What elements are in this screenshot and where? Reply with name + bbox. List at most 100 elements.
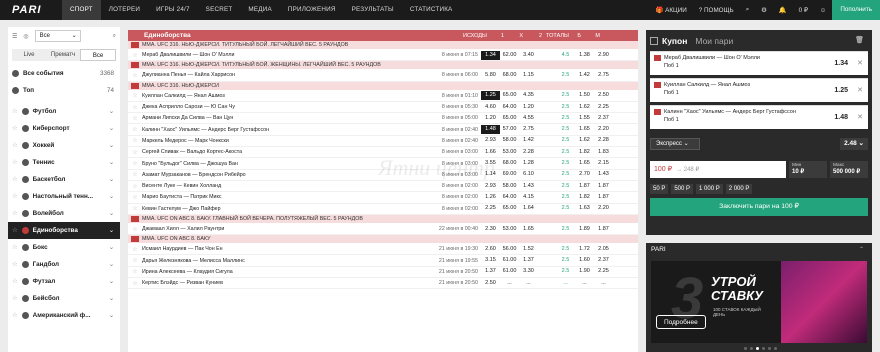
table-row[interactable]: ☆ Маркель Медерос — Марк Чонкски 8 июня в … [128,136,638,148]
odd-cell[interactable]: ... [556,279,575,288]
quick-stake[interactable]: 50 Р [650,184,669,194]
star-icon[interactable]: ☆ [128,183,142,190]
odd-cell[interactable]: 2.5 [556,148,575,157]
table-row[interactable]: ☆ Армани Липски Да Силва — Ван Цун 8 июня … [128,113,638,125]
odd-cell[interactable]: 56.00 [500,245,519,254]
odd-cell[interactable]: 64.00 [500,103,519,112]
bell-icon[interactable]: 🔔 [773,6,793,14]
odd-cell[interactable]: 58.00 [500,136,519,145]
match-name[interactable]: Джека Асприлло Сарози — Ю Сан Чу [142,104,422,110]
table-row[interactable]: ☆ Ирина Алексеева — Клаудия Сигула 21 июня… [128,267,638,279]
odd-cell[interactable]: 69.00 [500,170,519,179]
sidebar-item-sport[interactable]: ☆ Баскетбол ⌄ [8,171,120,188]
odd-cell[interactable]: 2.5 [556,256,575,265]
odd-cell[interactable]: 2.28 [519,148,538,157]
odd-cell[interactable]: 1.37 [519,256,538,265]
odd-cell[interactable]: 1.20 [519,103,538,112]
table-row[interactable]: ☆ Джека Асприлло Сарози — Ю Сан Чу 8 июня … [128,102,638,114]
star-icon[interactable]: ☆ [12,261,18,268]
odd-cell[interactable]: 1.65 [575,125,594,134]
match-name[interactable]: Калинн "Хаос" Уильямс — Андерс Берг Густ… [142,127,422,133]
table-row[interactable]: ☆ Джулианна Пенья — Кайла Харрисон 8 июня … [128,70,638,82]
star-icon[interactable]: ☆ [12,312,18,319]
nav-stats[interactable]: СТАТИСТИКА [402,0,461,20]
promo-banner[interactable]: 3 УТРОЙ СТАВКУ 100 СТАВОК КАЖДЫЙ ДЕНЬ По… [651,261,867,343]
odd-cell[interactable]: 1.64 [519,204,538,213]
match-name[interactable]: Марио Баутиста — Патрик Микс [142,194,422,200]
odd-cell[interactable]: 1.25 [481,91,500,101]
odd-cell[interactable]: 2.75 [519,125,538,134]
odd-cell[interactable]: 1.87 [594,225,613,234]
odd-cell[interactable]: 2.05 [594,245,613,254]
match-name[interactable]: Куиллан Салкилд — Янал Ашмоз [142,93,422,99]
star-icon[interactable]: ☆ [12,278,18,285]
coupon-selection[interactable]: Калинн "Хаос" Уильямс — Андерс Берг Густ… [650,105,868,129]
sidebar-item-sport[interactable]: ☆ Бокс ⌄ [8,239,120,256]
nav-secret[interactable]: SECRET [198,0,241,20]
odd-cell[interactable]: 1.90 [575,267,594,276]
chevron-up-icon[interactable]: ⌃ [859,246,864,253]
match-name[interactable]: Маркель Медерос — Марк Чонкски [142,138,422,144]
deposit-button[interactable]: Пополнить [832,0,880,20]
odd-cell[interactable]: 1.65 [575,159,594,168]
star-icon[interactable]: ☆ [12,176,18,183]
balance[interactable]: 0 ₽ [793,7,814,14]
star-icon[interactable]: ☆ [12,227,18,234]
odd-cell[interactable]: 1.83 [594,148,613,157]
table-row[interactable]: ☆ Джамаал Хилл — Халил Раунтри 22 июня в 0… [128,224,638,236]
odd-cell[interactable]: 1.63 [575,204,594,213]
close-icon[interactable]: ✕ [857,59,863,67]
sidebar-item-sport[interactable]: ☆ Футбол ⌄ [8,103,120,120]
tab-live[interactable]: Live [12,49,46,61]
sidebar-item-sport[interactable]: ☆ Бейсбол ⌄ [8,290,120,307]
odd-cell[interactable]: ... [519,279,538,288]
star-icon[interactable]: ☆ [128,280,142,287]
tab-my-bets[interactable]: Мои пари [695,36,733,46]
odd-cell[interactable]: 1.62 [575,103,594,112]
quick-stake[interactable]: 500 Р [671,184,694,194]
sidebar-item-sport[interactable]: ☆ Гандбол ⌄ [8,256,120,273]
odd-cell[interactable]: 2.5 [556,245,575,254]
odd-cell[interactable]: 1.72 [575,245,594,254]
stake-input[interactable]: 100 ₽ → 248 ₽ [650,161,786,178]
odd-cell[interactable]: 2.50 [481,279,500,288]
chevron-down-icon[interactable]: ⌄ [109,261,114,268]
close-icon[interactable]: ✕ [857,113,863,121]
star-icon[interactable]: ☆ [128,205,142,212]
close-icon[interactable]: ✕ [857,86,863,94]
odd-cell[interactable]: 58.00 [500,182,519,191]
odd-cell[interactable]: 2.30 [481,225,500,234]
sidebar-item-sport[interactable]: ☆ Единоборства ⌄ [8,222,120,239]
odd-cell[interactable]: 2.37 [594,114,613,123]
odd-cell[interactable]: 2.5 [556,204,575,213]
sidebar-item-sport[interactable]: ☆ Волейбол ⌄ [8,205,120,222]
search-icon[interactable]: ⌕ [113,33,116,40]
match-name[interactable]: Джулианна Пенья — Кайла Харрисон [142,72,422,78]
odd-cell[interactable]: 53.00 [500,148,519,157]
odd-cell[interactable]: 1.82 [575,148,594,157]
odd-cell[interactable]: 1.87 [594,182,613,191]
odd-cell[interactable]: 1.28 [519,159,538,168]
star-icon[interactable]: ☆ [128,126,142,133]
odd-cell[interactable]: 1.52 [519,245,538,254]
odd-cell[interactable]: 65.00 [500,204,519,213]
odd-cell[interactable]: 4.35 [519,91,538,100]
star-icon[interactable]: ☆ [12,210,18,217]
table-row[interactable]: ☆ Марио Баутиста — Патрик Микс 8 июня в 02… [128,192,638,204]
chevron-down-icon[interactable]: ⌄ [109,176,114,183]
odd-cell[interactable]: 2.50 [594,91,613,100]
star-icon[interactable]: ☆ [128,137,142,144]
odd-cell[interactable]: 1.89 [575,225,594,234]
tournament-header[interactable]: ММА. UFC 316. НЬЮ-ДЖЕРСИ. ТИТУЛЬНЫЙ БОЙ.… [128,61,638,71]
promo-more-button[interactable]: Подробнее [656,315,706,329]
odd-cell[interactable]: 2.5 [556,182,575,191]
odd-cell[interactable]: 65.00 [500,91,519,100]
odd-cell[interactable]: ... [575,279,594,288]
star-icon[interactable]: ☆ [128,72,142,79]
odd-cell[interactable]: 57.00 [500,125,519,134]
star-icon[interactable]: ☆ [128,257,142,264]
odd-cell[interactable]: 1.43 [594,170,613,179]
odd-cell[interactable]: 2.5 [556,103,575,112]
match-name[interactable]: Кертис Блэйдс — Ризван Куниев [142,280,422,286]
chevron-down-icon[interactable]: ⌄ [109,244,114,251]
